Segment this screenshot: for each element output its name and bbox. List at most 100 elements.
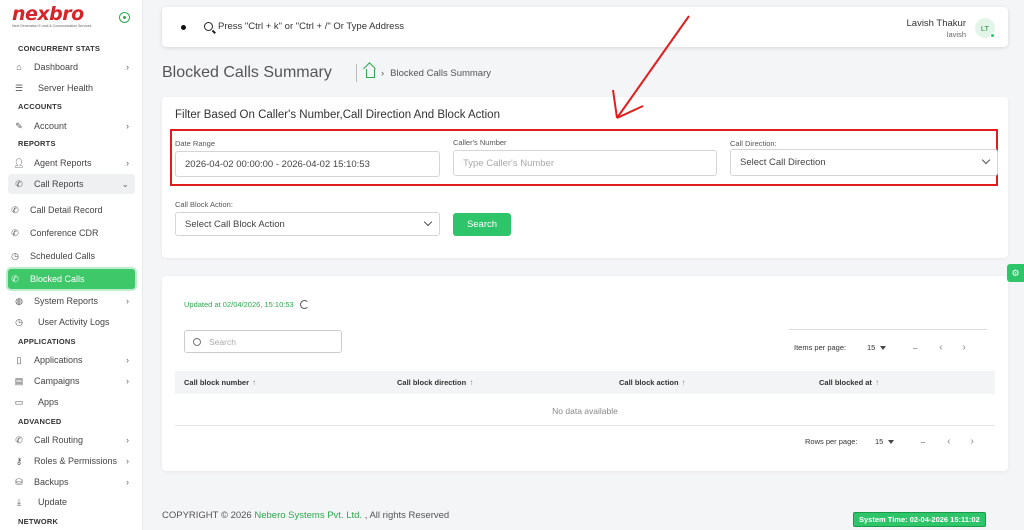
menu-dot-icon[interactable] [181, 25, 186, 30]
sidebar-toggle-icon[interactable] [119, 12, 130, 23]
key-icon: ⚷ [15, 455, 23, 466]
sidebar-item-account[interactable]: ✎ Account › [8, 116, 135, 136]
rows-per-page-select[interactable]: 15 [875, 437, 909, 446]
sidebar-item-label: Server Health [38, 83, 94, 93]
date-range-input[interactable]: 2026-04-02 00:00:00 - 2026-04-02 15:10:5… [175, 151, 440, 177]
title-divider [356, 64, 357, 82]
top-paginator: Items per page: 15 – ‹ › [794, 342, 966, 353]
edit-icon: ✎ [15, 120, 23, 131]
column-call-block-number[interactable]: Call block number ↑ [184, 378, 256, 387]
sidebar-item-label: Update [38, 497, 68, 507]
sidebar-item-call-detail-record[interactable]: ✆ Call Detail Record [8, 200, 135, 220]
items-per-page-label: Items per page: [794, 343, 847, 352]
pager-divider [789, 329, 987, 330]
chevron-right-icon: › [126, 456, 129, 466]
globe-icon: ◍ [15, 295, 23, 306]
call-block-action-label: Call Block Action: [175, 200, 233, 209]
sidebar-item-label: Call Detail Record [30, 205, 103, 215]
items-per-page-value: 15 [867, 343, 876, 352]
sidebar-item-call-routing[interactable]: ✆ Call Routing › [8, 430, 135, 450]
column-label: Call block number [184, 378, 250, 387]
call-direction-select[interactable]: Select Call Direction [730, 149, 998, 176]
section-accounts: ACCOUNTS [18, 102, 63, 111]
empty-state: No data available [175, 394, 995, 426]
home-icon[interactable] [366, 69, 375, 78]
prev-page-button[interactable]: ‹ [939, 342, 942, 353]
sidebar-item-blocked-calls[interactable]: ✆ Blocked Calls [8, 269, 135, 289]
sidebar-item-server-health[interactable]: ☰ Server Health [8, 78, 135, 98]
sidebar-item-dashboard[interactable]: ⌂ Dashboard › [8, 57, 135, 77]
section-reports: REPORTS [18, 139, 56, 148]
sidebar-item-user-activity-logs[interactable]: ◷ User Activity Logs [8, 312, 135, 332]
sidebar-item-scheduled-calls[interactable]: ◷ Scheduled Calls [8, 246, 135, 266]
copyright-suffix: , All rights Reserved [362, 510, 450, 521]
sidebar-item-label: Call Reports [34, 179, 84, 189]
user-icon: 👤︎ [13, 157, 25, 168]
next-page-button[interactable]: › [963, 342, 966, 353]
tablet-icon: ▯ [16, 354, 22, 365]
online-status-dot [990, 33, 995, 38]
breadcrumb-current: Blocked Calls Summary [390, 68, 492, 79]
sidebar-item-applications[interactable]: ▯ Applications › [8, 350, 135, 370]
breadcrumb-separator: › [381, 68, 385, 79]
table-header: Call block number ↑ Call block direction ↑… [175, 371, 995, 394]
page-range-text: – [913, 343, 918, 352]
prev-page-button[interactable]: ‹ [947, 436, 950, 447]
chevron-right-icon: › [126, 62, 129, 72]
sidebar-item-backups[interactable]: ⛁ Backups › [8, 472, 135, 492]
download-icon: ⤓ [17, 496, 21, 507]
gear-icon[interactable]: ⚙ [1007, 264, 1024, 282]
sort-arrow-icon: ↑ [469, 378, 474, 387]
search-button[interactable]: Search [453, 213, 511, 236]
clock-icon: ◷ [11, 250, 19, 261]
next-page-button[interactable]: › [971, 436, 974, 447]
sidebar-item-label: Roles & Permissions [34, 456, 118, 466]
sidebar-item-label: Call Routing [34, 435, 84, 445]
sidebar-item-roles-permissions[interactable]: ⚷ Roles & Permissions › [8, 451, 135, 471]
sidebar-item-agent-reports[interactable]: 👤︎ Agent Reports › [8, 153, 135, 173]
logo[interactable]: nexbro Next Generation E-mail & Communic… [12, 4, 102, 30]
date-range-label: Date Range [175, 139, 216, 148]
call-block-action-select[interactable]: Select Call Block Action [175, 212, 440, 236]
chevron-down-icon [981, 155, 991, 165]
company-link[interactable]: Nebero Systems Pvt. Ltd. [254, 510, 362, 521]
items-per-page-select[interactable]: 15 [867, 343, 901, 352]
chevron-right-icon: › [126, 376, 129, 386]
chevron-down-icon: ⌄ [121, 178, 129, 189]
sidebar-item-conference-cdr[interactable]: ✆ Conference CDR [8, 223, 135, 243]
breadcrumb: › Blocked Calls Summary [366, 68, 491, 79]
rows-per-page-label: Rows per page: [805, 437, 858, 446]
call-direction-label: Call Direction: [730, 139, 777, 148]
column-call-block-action[interactable]: Call block action ↑ [619, 378, 686, 387]
sidebar-item-apps[interactable]: ▭ Apps [8, 392, 135, 412]
column-call-block-direction[interactable]: Call block direction ↑ [397, 378, 473, 387]
search-hint-text: Press "Ctrl + k" or "Ctrl + /" Or Type A… [218, 21, 404, 32]
refresh-icon[interactable] [299, 300, 309, 309]
sidebar-item-update[interactable]: ⤓ Update [8, 492, 135, 512]
user-name[interactable]: Lavish Thakur [907, 18, 967, 29]
sort-arrow-icon: ↑ [252, 378, 257, 387]
table-search-input[interactable]: Search [184, 330, 342, 353]
chevron-right-icon: › [126, 355, 129, 365]
column-label: Call block action [619, 378, 679, 387]
results-card: Updated at 02/04/2026, 15:10:53 Search I… [162, 276, 1008, 471]
logo-text: nexbro [12, 3, 84, 25]
sort-arrow-icon: ↑ [681, 378, 686, 387]
sidebar-item-campaigns[interactable]: ▤ Campaigns › [8, 371, 135, 391]
list-icon: ▤ [14, 375, 24, 386]
sidebar-item-label: Conference CDR [30, 228, 99, 238]
callers-number-input[interactable]: Type Caller's Number [453, 150, 717, 176]
column-call-blocked-at[interactable]: Call blocked at ↑ [819, 378, 879, 387]
sidebar-item-system-reports[interactable]: ◍ System Reports › [8, 291, 135, 311]
page-range-text: – [921, 437, 926, 446]
sidebar-item-call-reports[interactable]: ✆ Call Reports ⌄ [8, 174, 135, 194]
blocked-phone-icon: ✆ [11, 273, 19, 284]
call-block-action-value: Select Call Block Action [185, 218, 285, 230]
sidebar-item-label: Apps [38, 397, 59, 407]
global-search[interactable]: Press "Ctrl + k" or "Ctrl + /" Or Type A… [204, 21, 404, 32]
dropdown-triangle-icon [880, 345, 887, 350]
page-title: Blocked Calls Summary [162, 64, 332, 81]
chevron-down-icon [423, 217, 433, 227]
sidebar-item-label: Agent Reports [34, 158, 92, 168]
sidebar: nexbro Next Generation E-mail & Communic… [0, 0, 143, 530]
